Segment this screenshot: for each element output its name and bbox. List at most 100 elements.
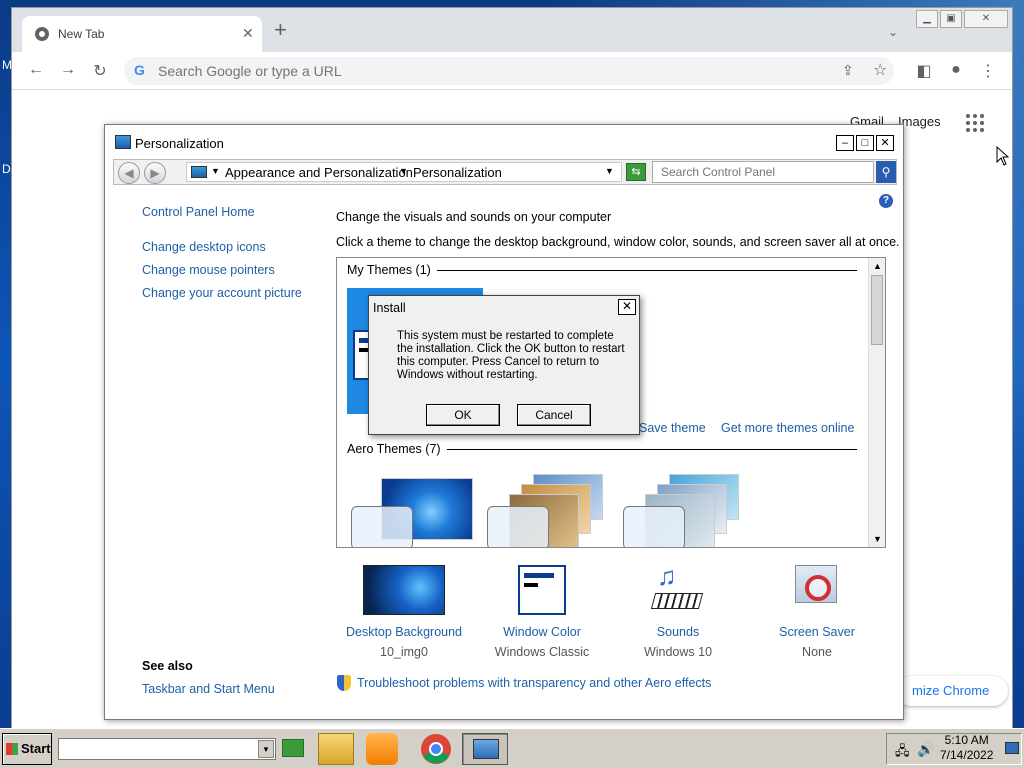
sidebar-item-desktop-icons[interactable]: Change desktop icons xyxy=(142,240,266,254)
network-icon[interactable]: 🖧 xyxy=(895,742,910,764)
browser-toolbar: ← → ↻ G ⇪ ☆ ◧ ● ⋮ xyxy=(12,52,1012,90)
sounds-value: Windows 10 xyxy=(643,645,713,659)
google-apps-icon[interactable] xyxy=(966,114,984,132)
desktop-label-1: M xyxy=(2,58,12,72)
desktop-label-2: D xyxy=(2,162,11,176)
start-button[interactable]: Start xyxy=(2,733,52,765)
file-explorer-icon[interactable] xyxy=(318,733,354,765)
chrome-icon xyxy=(35,27,49,41)
screen-saver-icon xyxy=(793,565,841,615)
shield-icon xyxy=(337,675,351,691)
clock-time: 5:10 AM xyxy=(944,733,989,747)
dialog-close-button[interactable]: ✕ xyxy=(618,299,636,315)
vertical-scrollbar[interactable]: ▲ ▼ xyxy=(868,258,885,547)
screen-saver-value: None xyxy=(802,645,832,659)
clock-date: 7/14/2022 xyxy=(940,748,994,762)
scroll-thumb[interactable] xyxy=(871,275,883,345)
omnibox[interactable]: G ⇪ ☆ xyxy=(124,57,894,85)
customize-chrome-button[interactable]: mize Chrome xyxy=(896,676,1008,706)
title-bar: Personalization – □ ✕ xyxy=(105,125,903,157)
search-box[interactable] xyxy=(652,161,874,183)
media-player-icon[interactable] xyxy=(366,733,398,765)
forward-icon[interactable]: → xyxy=(58,61,78,79)
sounds-icon: ♫ xyxy=(650,561,704,615)
reload-icon[interactable]: ↻ xyxy=(90,61,110,81)
restore-button[interactable]: ▣ xyxy=(940,10,962,28)
theme-aero-architecture[interactable] xyxy=(487,474,607,547)
chrome-icon[interactable] xyxy=(418,733,454,765)
tab-search-icon[interactable]: ⌄ xyxy=(888,25,898,39)
desktop-background-icon xyxy=(363,565,445,615)
side-panel-icon[interactable]: ◧ xyxy=(914,61,934,81)
breadcrumb: ▼ Appearance and Personalization ▼ Perso… xyxy=(186,162,622,182)
theme-aero-characters[interactable] xyxy=(623,474,743,547)
breadcrumb-appearance[interactable]: Appearance and Personalization xyxy=(225,165,413,180)
bookmark-star-icon[interactable]: ☆ xyxy=(873,60,887,80)
window-controls: ▁ ▣ ✕ xyxy=(916,10,1010,30)
chevron-down-icon[interactable]: ▼ xyxy=(258,740,274,758)
back-button[interactable]: ◀ xyxy=(118,162,140,184)
save-theme-link[interactable]: Save theme xyxy=(639,421,706,435)
history-dropdown-icon[interactable]: ▼ xyxy=(605,166,614,176)
share-icon[interactable]: ⇪ xyxy=(842,62,854,79)
chevron-down-icon[interactable]: ▼ xyxy=(211,166,220,176)
window-color-icon xyxy=(518,565,566,615)
minimize-button[interactable]: ▁ xyxy=(916,10,938,28)
address-combo[interactable]: ▼ xyxy=(58,738,276,760)
go-icon[interactable] xyxy=(282,739,304,757)
profile-icon[interactable]: ● xyxy=(946,61,966,79)
desktop-background-item[interactable]: Desktop Background 10_img0 xyxy=(334,565,474,659)
menu-icon[interactable]: ⋮ xyxy=(978,61,998,81)
section-divider xyxy=(437,449,857,450)
aero-themes-header: Aero Themes (7) xyxy=(347,442,447,456)
refresh-icon[interactable]: ⇆ xyxy=(626,163,646,181)
dialog-title: Install xyxy=(373,301,406,315)
forward-button[interactable]: ▶ xyxy=(144,162,166,184)
sidebar-item-mouse-pointers[interactable]: Change mouse pointers xyxy=(142,263,275,277)
search-input[interactable] xyxy=(659,164,869,180)
back-icon[interactable]: ← xyxy=(26,61,46,79)
volume-icon[interactable]: 🔊 xyxy=(917,741,934,758)
minimize-button[interactable]: – xyxy=(836,135,854,151)
cancel-button[interactable]: Cancel xyxy=(517,404,591,426)
search-icon[interactable]: ⚲ xyxy=(876,161,896,183)
tab-strip: New Tab ✕ + ⌄ ▁ ▣ ✕ xyxy=(12,8,1012,52)
window-title: Personalization xyxy=(135,136,224,151)
sounds-label[interactable]: Sounds xyxy=(608,625,748,639)
scroll-up-icon[interactable]: ▲ xyxy=(869,258,885,274)
window-color-label[interactable]: Window Color xyxy=(472,625,612,639)
sidebar-item-account-picture[interactable]: Change your account picture xyxy=(142,286,302,300)
desktop-background-label[interactable]: Desktop Background xyxy=(334,625,474,639)
start-label: Start xyxy=(21,741,51,756)
help-icon[interactable]: ? xyxy=(879,194,893,208)
scroll-down-icon[interactable]: ▼ xyxy=(869,531,885,547)
new-tab-button[interactable]: + xyxy=(274,19,287,41)
sidebar-item-control-panel-home[interactable]: Control Panel Home xyxy=(142,205,255,219)
images-link[interactable]: Images xyxy=(898,114,941,129)
chevron-down-icon[interactable]: ▼ xyxy=(399,166,408,176)
window-color-item[interactable]: Window Color Windows Classic xyxy=(472,565,612,659)
screen-saver-item[interactable]: Screen Saver None xyxy=(747,565,887,659)
show-desktop-icon[interactable] xyxy=(1005,742,1019,754)
breadcrumb-personalization[interactable]: Personalization xyxy=(413,165,502,180)
troubleshoot-link[interactable]: Troubleshoot problems with transparency … xyxy=(357,676,711,690)
clock[interactable]: 5:10 AM 7/14/2022 xyxy=(940,733,993,763)
maximize-button[interactable]: □ xyxy=(856,135,874,151)
tab-new-tab[interactable]: New Tab ✕ xyxy=(22,16,262,52)
close-button[interactable]: ✕ xyxy=(876,135,894,151)
theme-aero-windows[interactable] xyxy=(351,478,473,547)
windows-flag-icon xyxy=(6,743,18,755)
control-panel-task-icon[interactable] xyxy=(462,733,508,765)
page-heading: Change the visuals and sounds on your co… xyxy=(336,210,612,224)
sounds-item[interactable]: ♫ Sounds Windows 10 xyxy=(608,561,748,659)
close-window-button[interactable]: ✕ xyxy=(964,10,1008,28)
screen-saver-label[interactable]: Screen Saver xyxy=(747,625,887,639)
taskbar-start-menu-link[interactable]: Taskbar and Start Menu xyxy=(142,682,275,696)
desktop-background-value: 10_img0 xyxy=(380,645,428,659)
address-input[interactable] xyxy=(156,61,796,81)
close-tab-icon[interactable]: ✕ xyxy=(242,25,254,42)
get-more-themes-link[interactable]: Get more themes online xyxy=(721,421,854,435)
window-color-value: Windows Classic xyxy=(494,645,590,659)
install-dialog: Install ✕ This system must be restarted … xyxy=(368,295,640,435)
ok-button[interactable]: OK xyxy=(426,404,500,426)
